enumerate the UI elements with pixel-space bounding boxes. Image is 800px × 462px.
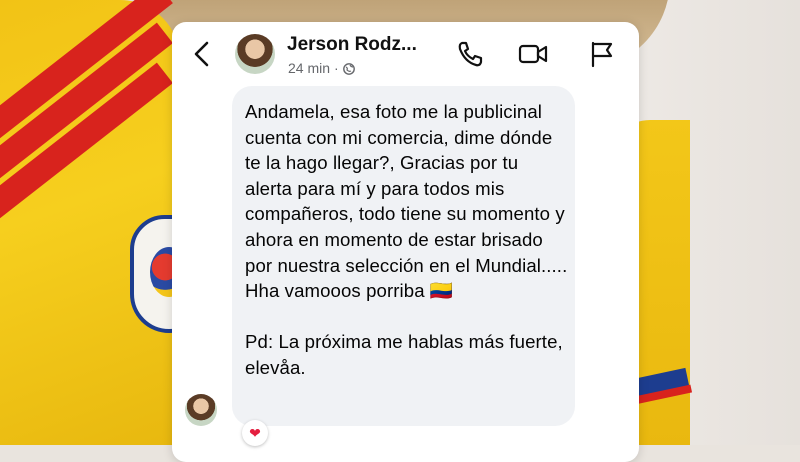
chat-header: Jerson Rodz... 24 min · bbox=[172, 22, 639, 88]
chevron-left-icon[interactable] bbox=[190, 38, 214, 70]
phone-icon[interactable] bbox=[454, 38, 486, 70]
post-meta: 24 min · bbox=[288, 60, 355, 76]
heart-icon[interactable]: ❤ bbox=[242, 420, 268, 446]
message-text: Andamela, esa foto me la publicinal cuen… bbox=[245, 101, 568, 378]
avatar[interactable] bbox=[235, 34, 275, 74]
video-camera-icon[interactable] bbox=[517, 38, 549, 70]
timestamp: 24 min bbox=[288, 60, 331, 76]
sender-avatar[interactable] bbox=[185, 394, 217, 426]
chat-card: Jerson Rodz... 24 min · Andamela, esa fo… bbox=[172, 22, 639, 462]
message-bubble[interactable]: Andamela, esa foto me la publicinal cuen… bbox=[232, 86, 575, 426]
flag-icon[interactable] bbox=[586, 38, 618, 70]
meta-separator: · bbox=[334, 60, 339, 76]
contact-name[interactable]: Jerson Rodz... bbox=[287, 34, 417, 56]
globe-icon bbox=[342, 62, 355, 75]
